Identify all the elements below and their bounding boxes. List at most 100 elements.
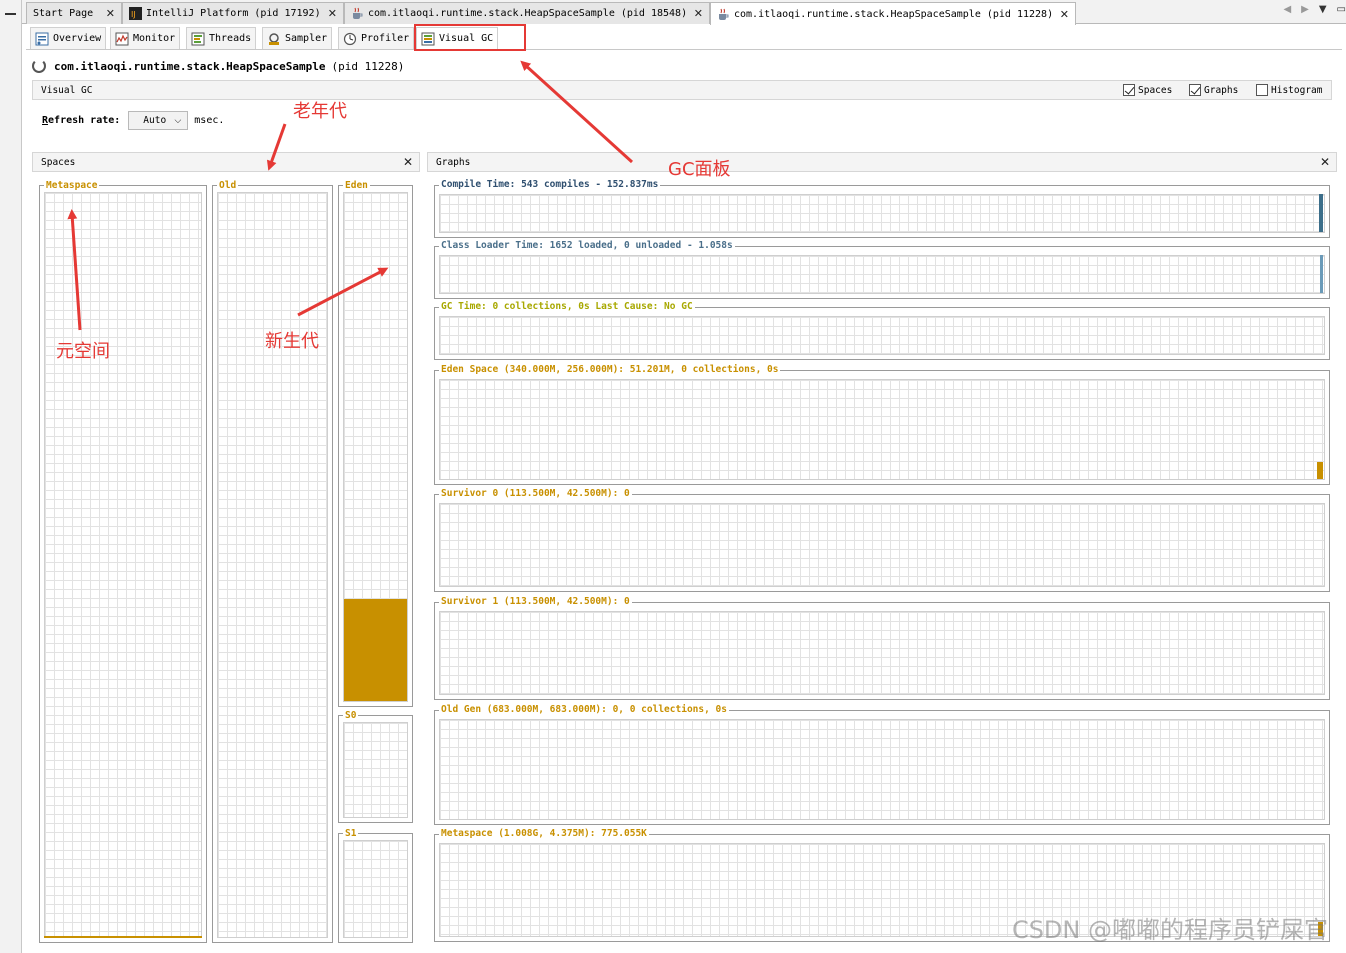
annotation-old-gen: 老年代 [293,101,347,122]
graph-label: Old Gen (683.000M, 683.000M): 0, 0 colle… [439,704,729,715]
tab-profiler[interactable]: Profiler [338,27,415,49]
tab-label: Threads [209,33,252,44]
java-cup-icon [717,8,730,21]
old-gen-box: Old [212,180,333,943]
scroll-right-icon[interactable]: ▶ [1301,4,1309,15]
doc-tab-heapsample-11228[interactable]: com.itlaoqi.runtime.stack.HeapSpaceSampl… [710,2,1076,25]
close-icon[interactable]: ✕ [328,7,337,20]
tab-sampler[interactable]: Sampler [262,27,333,49]
close-icon[interactable]: ✕ [694,7,703,20]
intellij-icon: IJ [129,7,142,20]
annotation-gc-panel: GC面板 [668,159,731,180]
old-gen-label: Old [217,180,239,191]
close-icon[interactable]: ✕ [403,155,413,169]
graph-label: Survivor 0 (113.500M, 42.500M): 0 [439,488,632,499]
doc-tab-label: com.itlaoqi.runtime.stack.HeapSpaceSampl… [368,8,688,19]
annotation-young-gen: 新生代 [265,331,319,352]
metaspace-box: Metaspace [39,180,207,943]
s1-grid [343,840,408,938]
graph-label: Eden Space (340.000M, 256.000M): 51.201M… [439,364,781,375]
graph-label: Survivor 1 (113.500M, 42.500M): 0 [439,596,632,607]
graph-grid [439,719,1325,820]
old-gen-graph: Old Gen (683.000M, 683.000M): 0, 0 colle… [434,704,1330,825]
graph-bar [1317,462,1323,479]
tab-label: Overview [53,33,102,44]
maximize-icon[interactable]: ▭ [1337,4,1346,15]
overview-icon [35,32,49,46]
doc-tab-heapsample-18548[interactable]: com.itlaoqi.runtime.stack.HeapSpaceSampl… [344,2,710,24]
document-tabs: Start Page ✕ IJ IntelliJ Platform (pid 1… [22,0,1346,25]
sampler-icon [267,32,281,46]
survivor-0-graph: Survivor 0 (113.500M, 42.500M): 0 [434,488,1330,592]
doc-tab-label: Start Page [33,8,94,19]
eden-fill [344,599,407,701]
class-loader-graph: Class Loader Time: 1652 loaded, 0 unload… [434,240,1330,299]
graph-grid [439,255,1325,294]
doc-tab-intellij[interactable]: IJ IntelliJ Platform (pid 17192) ✕ [122,2,344,24]
visual-gc-header: Visual GC Spaces Graphs Histogram [32,80,1332,100]
graph-grid [439,503,1325,587]
tab-label: Profiler [361,33,410,44]
compile-time-graph: Compile Time: 543 compiles - 152.837ms [434,179,1330,238]
eden-box: Eden [338,180,413,707]
close-icon[interactable]: ✕ [1060,8,1069,21]
survivor-0-box: S0 [338,710,413,823]
doc-tab-label: com.itlaoqi.runtime.stack.HeapSpaceSampl… [734,8,1054,20]
doc-tab-label: IntelliJ Platform (pid 17192) [146,8,321,19]
survivor-1-graph: Survivor 1 (113.500M, 42.500M): 0 [434,596,1330,700]
refresh-rate-value: Auto [143,115,167,126]
profiler-icon [343,32,357,46]
application-title: com.itlaoqi.runtime.stack.HeapSpaceSampl… [32,58,404,74]
checkbox-checked-icon[interactable] [1123,84,1135,96]
graphs-panel-header: Graphs ✕ [427,152,1337,172]
visual-gc-highlight-box [414,24,526,51]
histogram-checkbox[interactable]: Histogram [1256,84,1322,96]
s1-label: S1 [343,828,359,839]
visual-gc-title: Visual GC [41,84,93,96]
arrow-gc-panel [520,60,634,164]
metaspace-label: Metaspace [44,180,100,191]
spaces-panel-header: Spaces ✕ [32,152,420,172]
eden-label: Eden [343,180,370,191]
view-tabs: Overview Monitor Threads Sampler Profile… [26,26,1342,50]
checkbox-label: Histogram [1271,84,1323,96]
tab-label: Sampler [285,33,328,44]
refresh-rate-select[interactable]: Auto ⌵ [128,111,189,130]
loading-spinner-icon [32,59,46,73]
app-class-name: com.itlaoqi.runtime.stack.HeapSpaceSampl… [54,59,326,73]
svg-text:IJ: IJ [131,10,136,19]
close-icon[interactable]: ✕ [106,7,115,20]
chevron-down-icon: ⌵ [174,115,182,126]
minimize-icon[interactable] [5,13,16,15]
checkbox-label: Graphs [1204,84,1239,96]
graph-label: Compile Time: 543 compiles - 152.837ms [439,179,661,190]
old-gen-grid [217,192,328,938]
tab-list-icon[interactable]: ▼ [1319,4,1327,15]
tab-overview[interactable]: Overview [30,27,107,49]
graph-grid [439,194,1325,233]
checkbox-checked-icon[interactable] [1189,84,1201,96]
metaspace-grid [44,192,202,938]
doc-tab-start-page[interactable]: Start Page ✕ [26,2,122,24]
java-cup-icon [351,7,364,20]
scroll-left-icon[interactable]: ◀ [1283,4,1291,15]
graphs-checkbox[interactable]: Graphs [1189,84,1238,96]
app-pid: (pid 11228) [331,59,405,73]
refresh-rate-row: Refresh rate: Auto ⌵ msec. [42,111,224,130]
tab-threads[interactable]: Threads [186,27,257,49]
close-icon[interactable]: ✕ [1320,155,1330,169]
eden-grid [343,192,408,702]
spaces-checkbox[interactable]: Spaces [1123,84,1172,96]
gc-time-graph: GC Time: 0 collections, 0s Last Cause: N… [434,301,1330,360]
spaces-panel-title: Spaces [41,156,76,168]
refresh-rate-unit: msec. [194,115,225,126]
tab-label: Monitor [133,33,176,44]
annotation-metaspace: 元空间 [56,341,110,362]
graph-bar [1320,255,1323,293]
checkbox-unchecked-icon[interactable] [1256,84,1268,96]
tab-monitor[interactable]: Monitor [110,27,181,49]
graph-label: GC Time: 0 collections, 0s Last Cause: N… [439,301,695,312]
metaspace-fill [44,936,202,938]
checkbox-label: Spaces [1138,84,1173,96]
refresh-rate-label: Refresh rate: [42,115,121,126]
